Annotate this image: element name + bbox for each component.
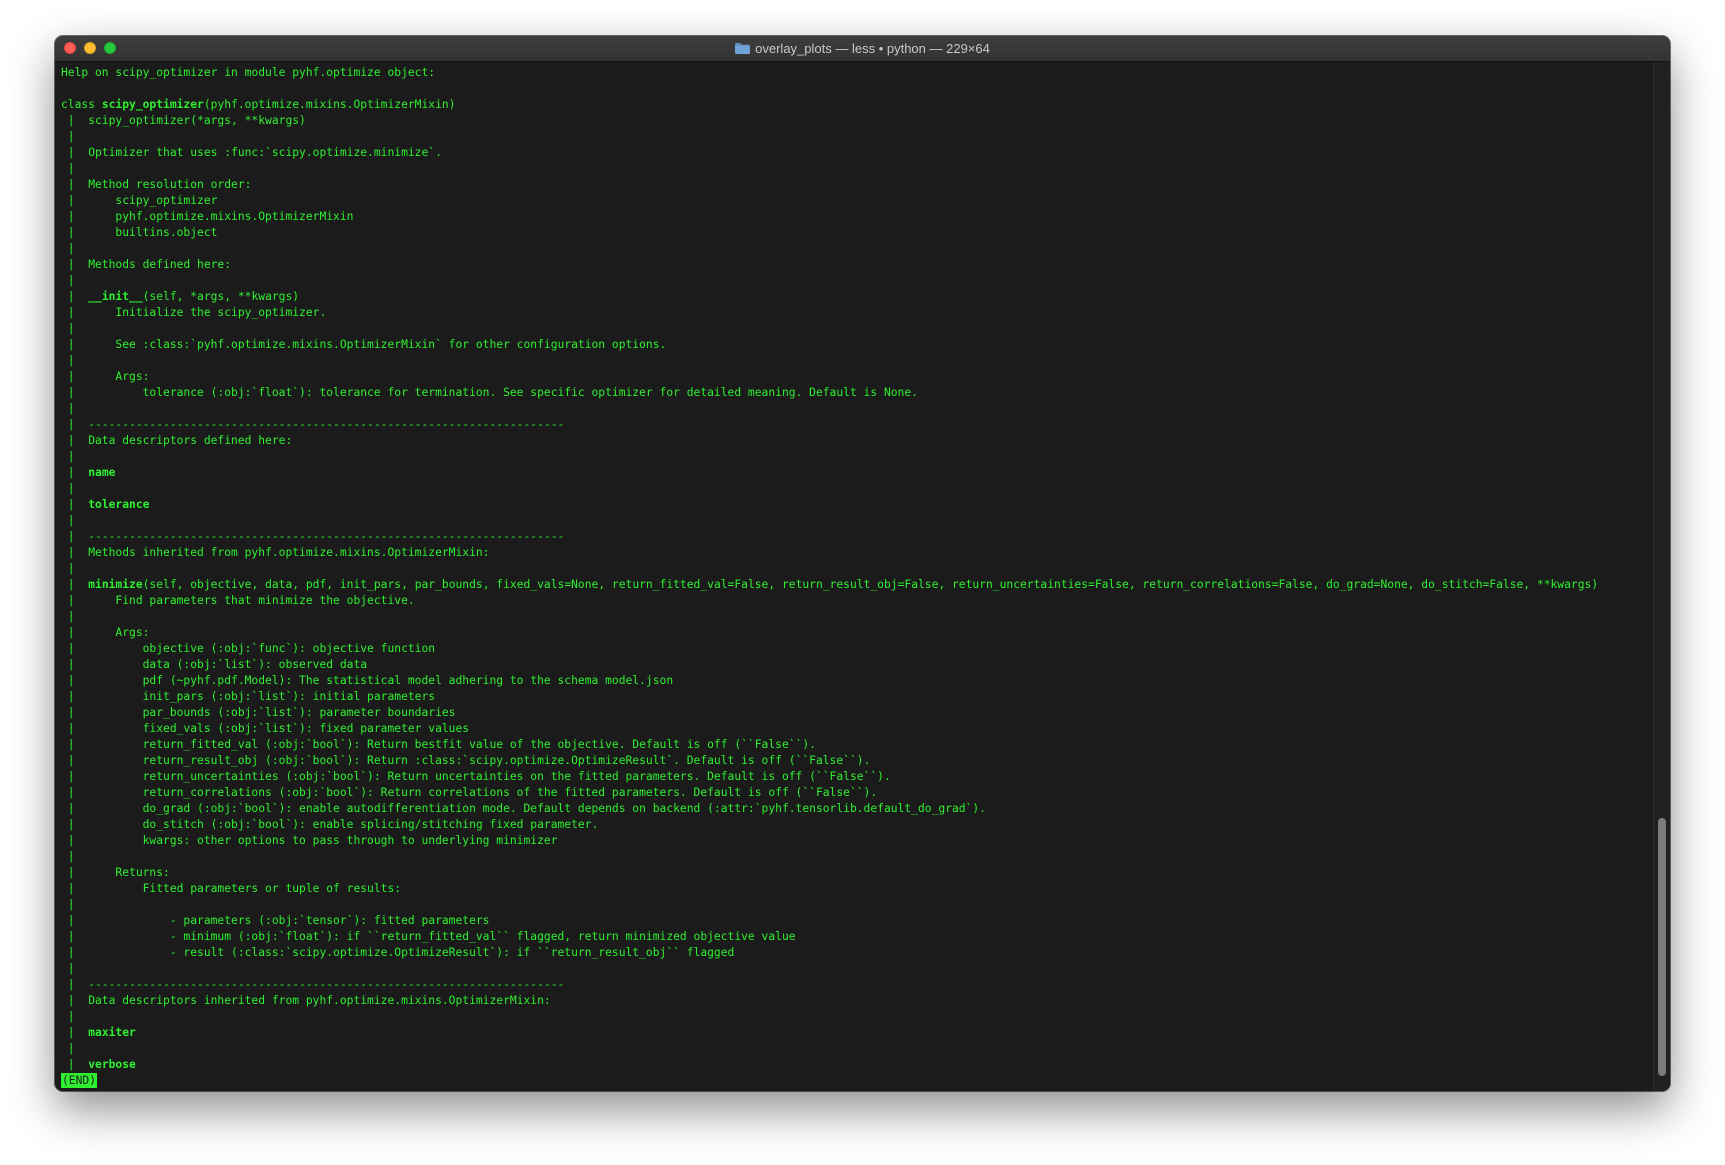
bold-identifier: verbose <box>88 1058 136 1071</box>
terminal-line: | return_correlations (:obj:`bool`): Ret… <box>61 786 878 799</box>
window-title: overlay_plots — less • python — 229×64 <box>55 36 1670 61</box>
terminal-line: | - minimum (:obj:`float`): if ``return_… <box>61 930 796 943</box>
terminal-line: | maxiter <box>61 1025 1652 1041</box>
line-prefix: | <box>61 578 89 591</box>
terminal-line: | return_uncertainties (:obj:`bool`): Re… <box>61 770 891 783</box>
pager-prompt-line[interactable]: (END) <box>61 1073 1652 1089</box>
terminal-line: | pyhf.optimize.mixins.OptimizerMixin <box>61 210 354 223</box>
terminal-line: | scipy_optimizer <box>61 194 218 207</box>
terminal-line: | <box>61 962 75 975</box>
terminal-line: | Fitted parameters or tuple of results: <box>61 882 402 895</box>
terminal-line: | return_fitted_val (:obj:`bool`): Retur… <box>61 738 816 751</box>
terminal-line: | Args: <box>61 626 150 639</box>
terminal-line: | fixed_vals (:obj:`list`): fixed parame… <box>61 722 470 735</box>
line-prefix: class <box>61 98 102 111</box>
window-title-text: overlay_plots — less • python — 229×64 <box>755 41 990 56</box>
terminal-line: | name <box>61 465 1652 481</box>
terminal-line: | builtins.object <box>61 226 218 239</box>
terminal-line: | <box>61 1010 75 1023</box>
bold-identifier: maxiter <box>88 1026 136 1039</box>
terminal-line: | <box>61 562 75 575</box>
terminal-line: | Returns: <box>61 866 170 879</box>
terminal-window: overlay_plots — less • python — 229×64 H… <box>55 36 1670 1091</box>
terminal-line: | <box>61 354 75 367</box>
terminal-line: | Data descriptors inherited from pyhf.o… <box>61 994 551 1007</box>
terminal-line: | --------------------------------------… <box>61 418 565 431</box>
bold-identifier: name <box>88 466 116 479</box>
folder-icon <box>735 43 751 54</box>
title-bar[interactable]: overlay_plots — less • python — 229×64 <box>55 36 1670 62</box>
terminal-line: | <box>61 274 75 287</box>
terminal-line: | par_bounds (:obj:`list`): parameter bo… <box>61 706 456 719</box>
terminal-output[interactable]: Help on scipy_optimizer in module pyhf.o… <box>55 62 1652 1091</box>
terminal-line: | tolerance (:obj:`float`): tolerance fo… <box>61 386 918 399</box>
terminal-line: | <box>61 610 75 623</box>
terminal-line: | Methods defined here: <box>61 258 232 271</box>
line-suffix: (self, objective, data, pdf, init_pars, … <box>142 578 1599 591</box>
line-prefix: | <box>61 466 89 479</box>
terminal-line: | return_result_obj (:obj:`bool`): Retur… <box>61 754 871 767</box>
terminal-line: | pdf (~pyhf.pdf.Model): The statistical… <box>61 674 674 687</box>
terminal-line: | <box>61 850 75 863</box>
terminal-line: | See :class:`pyhf.optimize.mixins.Optim… <box>61 338 667 351</box>
terminal-line: | init_pars (:obj:`list`): initial param… <box>61 690 436 703</box>
terminal-line: | data (:obj:`list`): observed data <box>61 658 368 671</box>
terminal-line: | Args: <box>61 370 150 383</box>
line-prefix: | <box>61 1058 89 1071</box>
terminal-line: | - result (:class:`scipy.optimize.Optim… <box>61 946 735 959</box>
terminal-line: | Method resolution order: <box>61 178 252 191</box>
bold-identifier: minimize <box>88 578 143 591</box>
terminal-line: | <box>61 898 75 911</box>
terminal-line: | <box>61 514 75 527</box>
terminal-line: | minimize(self, objective, data, pdf, i… <box>61 577 1652 593</box>
line-prefix: | <box>61 290 89 303</box>
line-suffix: (pyhf.optimize.mixins.OptimizerMixin) <box>203 98 456 111</box>
terminal-line: | do_stitch (:obj:`bool`): enable splici… <box>61 818 599 831</box>
terminal-line: | Optimizer that uses :func:`scipy.optim… <box>61 146 442 159</box>
terminal-line: | scipy_optimizer(*args, **kwargs) <box>61 114 306 127</box>
terminal-line: | Data descriptors defined here: <box>61 434 293 447</box>
terminal-line: | --------------------------------------… <box>61 978 565 991</box>
terminal-line: | __init__(self, *args, **kwargs) <box>61 289 1652 305</box>
terminal-line: | Methods inherited from pyhf.optimize.m… <box>61 546 490 559</box>
bold-identifier: scipy_optimizer <box>101 98 204 111</box>
terminal-line: | kwargs: other options to pass through … <box>61 834 558 847</box>
line-suffix: (self, *args, **kwargs) <box>142 290 300 303</box>
terminal-line: | verbose <box>61 1057 1652 1073</box>
vertical-scrollbar[interactable] <box>1653 62 1670 1091</box>
terminal-line: | Find parameters that minimize the obje… <box>61 594 415 607</box>
terminal-line: | --------------------------------------… <box>61 530 565 543</box>
terminal-line: | <box>61 322 75 335</box>
terminal-line: | do_grad (:obj:`bool`): enable autodiff… <box>61 802 986 815</box>
terminal-line: | Initialize the scipy_optimizer. <box>61 306 327 319</box>
terminal-line: | <box>61 130 75 143</box>
terminal-line: | <box>61 162 75 175</box>
bold-identifier: tolerance <box>88 498 150 511</box>
terminal-line: class scipy_optimizer(pyhf.optimize.mixi… <box>61 97 1652 113</box>
bold-identifier: __init__ <box>88 290 143 303</box>
terminal-line: | <box>61 450 75 463</box>
terminal-line: | - parameters (:obj:`tensor`): fitted p… <box>61 914 490 927</box>
terminal-line: | <box>61 242 75 255</box>
scrollbar-thumb[interactable] <box>1658 818 1666 1076</box>
terminal-line: | <box>61 1042 75 1055</box>
terminal-line: Help on scipy_optimizer in module pyhf.o… <box>61 66 436 79</box>
terminal-line: | objective (:obj:`func`): objective fun… <box>61 642 436 655</box>
terminal-line: | tolerance <box>61 497 1652 513</box>
terminal-line: | <box>61 482 75 495</box>
terminal-line: | <box>61 402 75 415</box>
line-prefix: | <box>61 1026 89 1039</box>
end-marker: (END) <box>61 1073 98 1088</box>
line-prefix: | <box>61 498 89 511</box>
